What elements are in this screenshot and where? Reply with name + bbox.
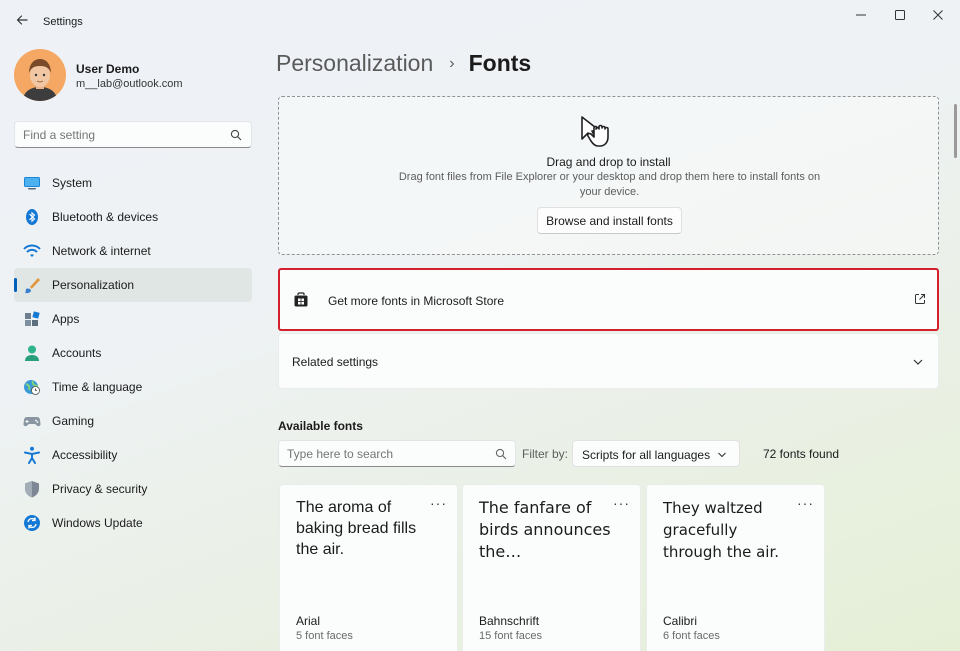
user-avatar-icon	[14, 49, 66, 101]
update-icon	[23, 514, 41, 532]
back-arrow-icon	[16, 15, 28, 25]
store-link-label: Get more fonts in Microsoft Store	[328, 294, 505, 308]
sidebar-item-windows-update[interactable]: Windows Update	[14, 506, 252, 540]
avatar[interactable]	[14, 49, 66, 101]
font-card-arial[interactable]: The aroma of baking bread fills the air.…	[279, 484, 458, 651]
accessibility-icon	[23, 446, 41, 464]
sidebar-item-time-language[interactable]: Time & language	[14, 370, 252, 404]
minimize-icon	[856, 14, 866, 16]
chevron-down-icon	[913, 359, 923, 365]
font-sample-text: The fanfare of birds announces the…	[479, 498, 611, 561]
font-faces-count: 5 font faces	[296, 630, 353, 642]
sidebar-item-apps[interactable]: Apps	[14, 302, 252, 336]
font-drop-zone[interactable]: Drag and drop to install Drag font files…	[278, 96, 939, 255]
minimize-button[interactable]	[850, 6, 872, 24]
gamepad-icon	[23, 412, 41, 430]
sidebar-item-accounts[interactable]: Accounts	[14, 336, 252, 370]
main-scrollbar[interactable]	[954, 104, 957, 158]
drop-zone-description: Drag font files from File Explorer or yo…	[398, 171, 821, 198]
close-icon	[933, 10, 943, 20]
font-count: 72 fonts found	[763, 447, 840, 461]
breadcrumb: Personalization › Fonts	[276, 50, 531, 77]
page-title: Fonts	[468, 50, 532, 76]
sidebar-item-gaming[interactable]: Gaming	[14, 404, 252, 438]
drag-hand-icon	[581, 116, 609, 147]
system-icon	[23, 174, 41, 192]
more-options-button[interactable]: ···	[430, 495, 447, 511]
sidebar-item-privacy[interactable]: Privacy & security	[14, 472, 252, 506]
back-button[interactable]	[14, 12, 30, 28]
sidebar-item-label: Accounts	[52, 346, 102, 360]
settings-search-input[interactable]	[23, 126, 223, 144]
drop-zone-title: Drag and drop to install	[546, 155, 671, 169]
close-button[interactable]	[927, 6, 949, 24]
shield-icon	[23, 480, 41, 498]
sidebar-item-label: Time & language	[52, 380, 143, 394]
globe-clock-icon	[23, 378, 41, 396]
sidebar-item-bluetooth[interactable]: Bluetooth & devices	[14, 200, 252, 234]
title-bar: Settings	[0, 0, 960, 42]
font-card-calibri[interactable]: They waltzed gracefully through the air.…	[646, 484, 825, 651]
font-sample-text: They waltzed gracefully through the air.	[663, 499, 780, 561]
store-icon	[294, 292, 308, 307]
apps-icon	[23, 310, 41, 328]
accounts-icon	[23, 344, 41, 362]
font-faces-count: 6 font faces	[663, 630, 720, 642]
sidebar-nav: System Bluetooth & devices Network & int…	[14, 166, 252, 540]
app-title: Settings	[43, 16, 83, 28]
sidebar-item-system[interactable]: System	[14, 166, 252, 200]
sidebar-item-label: Bluetooth & devices	[52, 210, 159, 224]
sidebar-item-network[interactable]: Network & internet	[14, 234, 252, 268]
sidebar-item-personalization[interactable]: Personalization	[14, 268, 252, 302]
settings-search-box[interactable]	[14, 121, 252, 148]
chevron-down-icon	[718, 452, 726, 458]
font-name: Bahnschrift	[479, 614, 540, 628]
sidebar-item-label: Network & internet	[52, 244, 151, 258]
search-icon	[230, 129, 242, 141]
sidebar-item-label: Accessibility	[52, 448, 118, 462]
filter-selected-value: Scripts for all languages	[582, 448, 711, 462]
font-search-input[interactable]	[287, 445, 487, 463]
sidebar-item-label: Windows Update	[52, 516, 143, 530]
related-settings-label: Related settings	[292, 355, 379, 369]
related-settings-expander[interactable]: Related settings	[278, 333, 939, 389]
more-options-button[interactable]: ···	[613, 495, 630, 511]
language-filter-dropdown[interactable]: Scripts for all languages	[572, 440, 740, 467]
user-name: User Demo	[76, 62, 140, 76]
sidebar-item-label: Privacy & security	[52, 482, 148, 496]
external-link-icon	[915, 294, 925, 304]
sidebar-item-label: Apps	[52, 312, 80, 326]
browse-install-fonts-button[interactable]: Browse and install fonts	[537, 207, 682, 234]
bluetooth-icon	[23, 208, 41, 226]
more-options-button[interactable]: ···	[797, 495, 814, 511]
maximize-button[interactable]	[889, 6, 911, 24]
wifi-icon	[23, 242, 41, 260]
maximize-icon	[895, 10, 905, 20]
sidebar-item-label: System	[52, 176, 93, 190]
available-fonts-heading: Available fonts	[278, 419, 363, 433]
font-name: Calibri	[663, 614, 698, 628]
get-more-fonts-store-link[interactable]: Get more fonts in Microsoft Store	[278, 268, 939, 331]
font-sample-text: The aroma of baking bread fills the air.	[296, 499, 417, 558]
sidebar-item-label: Personalization	[52, 278, 135, 292]
font-faces-count: 15 font faces	[479, 630, 542, 642]
sidebar-item-accessibility[interactable]: Accessibility	[14, 438, 252, 472]
font-search-box[interactable]	[278, 440, 516, 467]
font-card-bahnschrift[interactable]: The fanfare of birds announces the… ··· …	[462, 484, 641, 651]
breadcrumb-parent[interactable]: Personalization	[276, 50, 433, 77]
font-name: Arial	[296, 614, 321, 628]
search-icon	[495, 448, 507, 460]
sidebar-item-label: Gaming	[52, 414, 95, 428]
brush-icon	[23, 276, 41, 294]
breadcrumb-separator: ›	[449, 54, 455, 72]
user-email: m__lab@outlook.com	[76, 78, 183, 90]
filter-label: Filter by:	[522, 447, 569, 461]
